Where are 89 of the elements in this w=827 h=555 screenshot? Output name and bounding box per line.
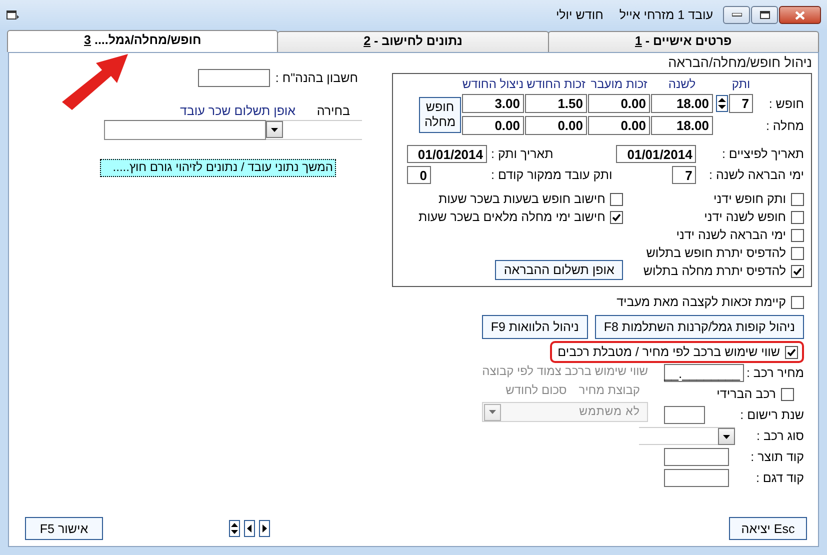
field-label: מחיר רכב : (746, 366, 804, 380)
checkbox[interactable] (791, 192, 804, 206)
field-label: אופן תשלום שכר עובד (180, 104, 296, 118)
dropdown-button[interactable] (718, 428, 735, 445)
text-field[interactable] (664, 406, 705, 424)
checkbox-label: ימי הבראה לשנה ידני (676, 228, 786, 242)
field-label: חשבון בהנה"ח : (275, 71, 358, 85)
exit-button[interactable]: Esc יציאה (729, 517, 807, 540)
checkbox[interactable] (781, 388, 794, 400)
price-field[interactable]: ________.__ (664, 364, 744, 382)
next-icon[interactable] (259, 520, 270, 537)
section-title: ניהול חופש/מחלה/הבראה (667, 55, 812, 70)
caret-icon (723, 434, 730, 438)
action-button[interactable]: ניהול הלוואות F9 (482, 315, 588, 339)
maximize-button[interactable] (751, 6, 778, 24)
field-label: ותק עובד ממקור קודם : (491, 168, 612, 182)
caret-icon (489, 410, 496, 414)
amount-field[interactable]: 18.00 (651, 116, 713, 135)
combo-box[interactable] (266, 120, 362, 140)
checkbox[interactable] (785, 346, 798, 358)
days-field[interactable]: 7 (672, 166, 696, 184)
seniority-field[interactable]: 0 (407, 166, 431, 184)
field-label: תאריך ותק : (491, 147, 554, 161)
amount-field[interactable]: 18.00 (651, 94, 713, 113)
minimize-icon (732, 13, 742, 17)
spinner-icon[interactable] (716, 95, 728, 112)
minimize-button[interactable] (723, 6, 750, 24)
date-field[interactable]: 01/01/2014 (407, 145, 487, 163)
text-field[interactable] (104, 120, 266, 140)
checkbox-label: קיימת זכאות לקצבה מאת מעביד (616, 295, 786, 309)
month-title: חודש יולי (556, 8, 604, 22)
column-header: זכות החודש (526, 77, 586, 91)
column-header: קבוצת מחיר (578, 383, 640, 397)
close-icon (795, 10, 805, 20)
column-header: סכום לחודש (506, 383, 567, 397)
checkbox[interactable] (791, 210, 804, 224)
column-header: ניצול החודש (462, 77, 524, 91)
checkbox[interactable] (791, 264, 804, 278)
caret-icon (271, 128, 278, 132)
field-label: קוד תוצר : (750, 450, 804, 464)
checkbox-label: להדפיס יתרת חופש בתלוש (646, 246, 786, 260)
checkbox-label: חישוב חופש בשעות בשכר שעות (438, 192, 606, 206)
checkbox-label: שווי שימוש ברכב לפי מחיר / מטבלת רכבים (558, 345, 780, 359)
amount-field[interactable]: 0.00 (462, 116, 524, 135)
seniority-field[interactable]: 7 (729, 94, 753, 113)
checkbox-label: חישוב ימי מחלה מלאים בשכר שעות (418, 210, 606, 224)
app-icon[interactable] (6, 9, 20, 21)
checkbox-label: רכב הברידי (716, 387, 776, 401)
column-header: זכות מועבר (590, 77, 648, 91)
field-label: שנת רישום : (740, 408, 804, 422)
up-down-icon[interactable] (229, 520, 240, 537)
field-label: ימי הבראה לשנה : (708, 168, 804, 182)
action-button[interactable]: ניהול קופות גמל/קרנות השתלמות F8 (594, 315, 804, 339)
maximize-icon (760, 11, 770, 19)
checkbox-label: ותק חופש ידני (714, 192, 786, 206)
field-label: בחירה (316, 104, 350, 118)
column-header: לשנה (667, 77, 697, 91)
previous-icon[interactable] (244, 520, 255, 537)
text-field[interactable] (664, 469, 729, 487)
link[interactable]: המשך נתוני עובד / נתונים לזיהוי גורם חוץ..... (100, 159, 336, 177)
checkbox-label: חופש לשנה ידני (704, 210, 786, 224)
checkbox[interactable] (610, 192, 624, 206)
amount-field[interactable]: 3.00 (462, 94, 524, 113)
checkbox[interactable] (791, 246, 804, 260)
checkbox[interactable] (791, 228, 804, 242)
amount-field[interactable]: 0.00 (525, 116, 587, 135)
text-field[interactable] (664, 448, 729, 466)
recovery-payment-button[interactable]: אופן תשלום ההבראה (494, 260, 624, 280)
row-label: חופש : (768, 96, 804, 110)
dropdown-button[interactable] (266, 121, 283, 138)
account-field[interactable] (198, 69, 270, 87)
sick-leave-button[interactable]: חופש מחלה (419, 96, 461, 132)
checkbox[interactable] (610, 210, 624, 224)
row-label: מחלה : (764, 118, 804, 132)
date-field[interactable]: 01/01/2014 (616, 145, 696, 163)
checkbox-label: להדפיס יתרת מחלה בתלוש (643, 264, 786, 278)
amount-field[interactable]: 0.00 (588, 116, 650, 135)
field-label: סוג רכב : (756, 429, 804, 443)
close-button[interactable] (779, 6, 821, 24)
amount-field[interactable]: 0.00 (588, 94, 650, 113)
ok-button[interactable]: אישור F5 (25, 517, 103, 540)
checkbox[interactable] (791, 296, 804, 308)
amount-field[interactable]: 1.50 (525, 94, 587, 113)
employee-title: עובד 1 מזרחי אייל (619, 8, 713, 22)
group-title: שווי שימוש ברכב צמוד לפי קבוצה (482, 364, 648, 378)
field-label: תאריך לפיציים : (720, 147, 804, 161)
combo-box[interactable] (639, 427, 735, 445)
field-label: קוד דגם : (756, 471, 804, 485)
column-header: ותק (730, 77, 752, 91)
